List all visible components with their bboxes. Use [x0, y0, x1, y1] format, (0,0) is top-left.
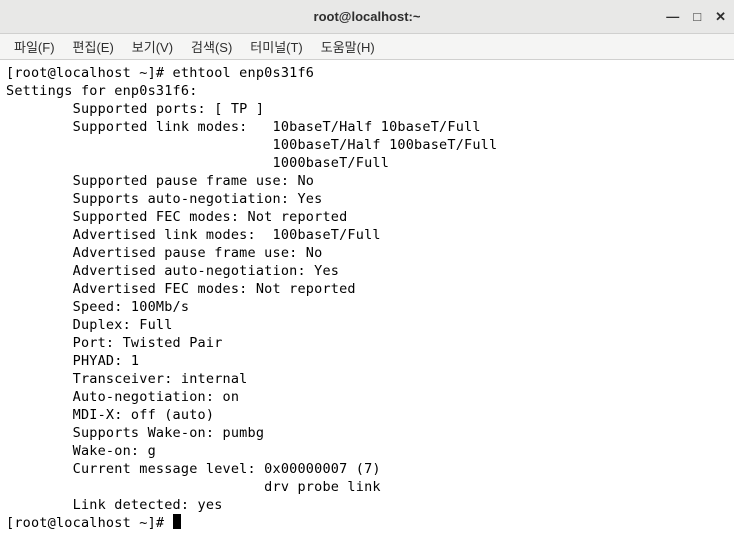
terminal-line: Supported FEC modes: Not reported — [6, 209, 347, 225]
window-controls: — □ ✕ — [666, 9, 726, 25]
terminal-line: Transceiver: internal — [6, 371, 248, 387]
terminal-line: 1000baseT/Full — [6, 155, 389, 171]
terminal-line: Wake-on: g — [6, 443, 156, 459]
terminal-line: Supported pause frame use: No — [6, 173, 314, 189]
terminal-line: Link detected: yes — [6, 497, 223, 513]
terminal-line: Supported link modes: 10baseT/Half 10bas… — [6, 119, 481, 135]
terminal-line: Advertised pause frame use: No — [6, 245, 322, 261]
terminal-line: PHYAD: 1 — [6, 353, 139, 369]
terminal-line: Supports auto-negotiation: Yes — [6, 191, 322, 207]
terminal-line: Advertised FEC modes: Not reported — [6, 281, 356, 297]
menu-search[interactable]: 검색(S) — [183, 33, 240, 60]
terminal-area[interactable]: [root@localhost ~]# ethtool enp0s31f6 Se… — [0, 60, 734, 535]
terminal-line: Current message level: 0x00000007 (7) — [6, 461, 381, 477]
close-icon[interactable]: ✕ — [715, 9, 726, 25]
terminal-line: MDI-X: off (auto) — [6, 407, 214, 423]
menu-terminal[interactable]: 터미널(T) — [242, 33, 310, 60]
terminal-line: Advertised link modes: 100baseT/Full — [6, 227, 381, 243]
terminal-line: Supports Wake-on: pumbg — [6, 425, 264, 441]
menu-edit[interactable]: 편집(E) — [65, 33, 122, 60]
maximize-icon[interactable]: □ — [693, 9, 701, 24]
menu-view[interactable]: 보기(V) — [124, 33, 181, 60]
menu-file[interactable]: 파일(F) — [6, 33, 63, 60]
terminal-line: Port: Twisted Pair — [6, 335, 223, 351]
terminal-line: Speed: 100Mb/s — [6, 299, 189, 315]
terminal-line: Duplex: Full — [6, 317, 173, 333]
terminal-cursor — [173, 514, 181, 529]
terminal-line: [root@localhost ~]# ethtool enp0s31f6 — [6, 65, 314, 81]
terminal-line: 100baseT/Half 100baseT/Full — [6, 137, 497, 153]
menu-help[interactable]: 도움말(H) — [313, 33, 383, 60]
terminal-line: Supported ports: [ TP ] — [6, 101, 264, 117]
terminal-line: Auto-negotiation: on — [6, 389, 239, 405]
menubar: 파일(F) 편집(E) 보기(V) 검색(S) 터미널(T) 도움말(H) — [0, 34, 734, 60]
window-title: root@localhost:~ — [314, 9, 421, 24]
terminal-prompt: [root@localhost ~]# — [6, 515, 173, 531]
terminal-line: Advertised auto-negotiation: Yes — [6, 263, 339, 279]
window-titlebar: root@localhost:~ — □ ✕ — [0, 0, 734, 34]
minimize-icon[interactable]: — — [666, 9, 679, 24]
terminal-line: drv probe link — [6, 479, 381, 495]
terminal-line: Settings for enp0s31f6: — [6, 83, 198, 99]
